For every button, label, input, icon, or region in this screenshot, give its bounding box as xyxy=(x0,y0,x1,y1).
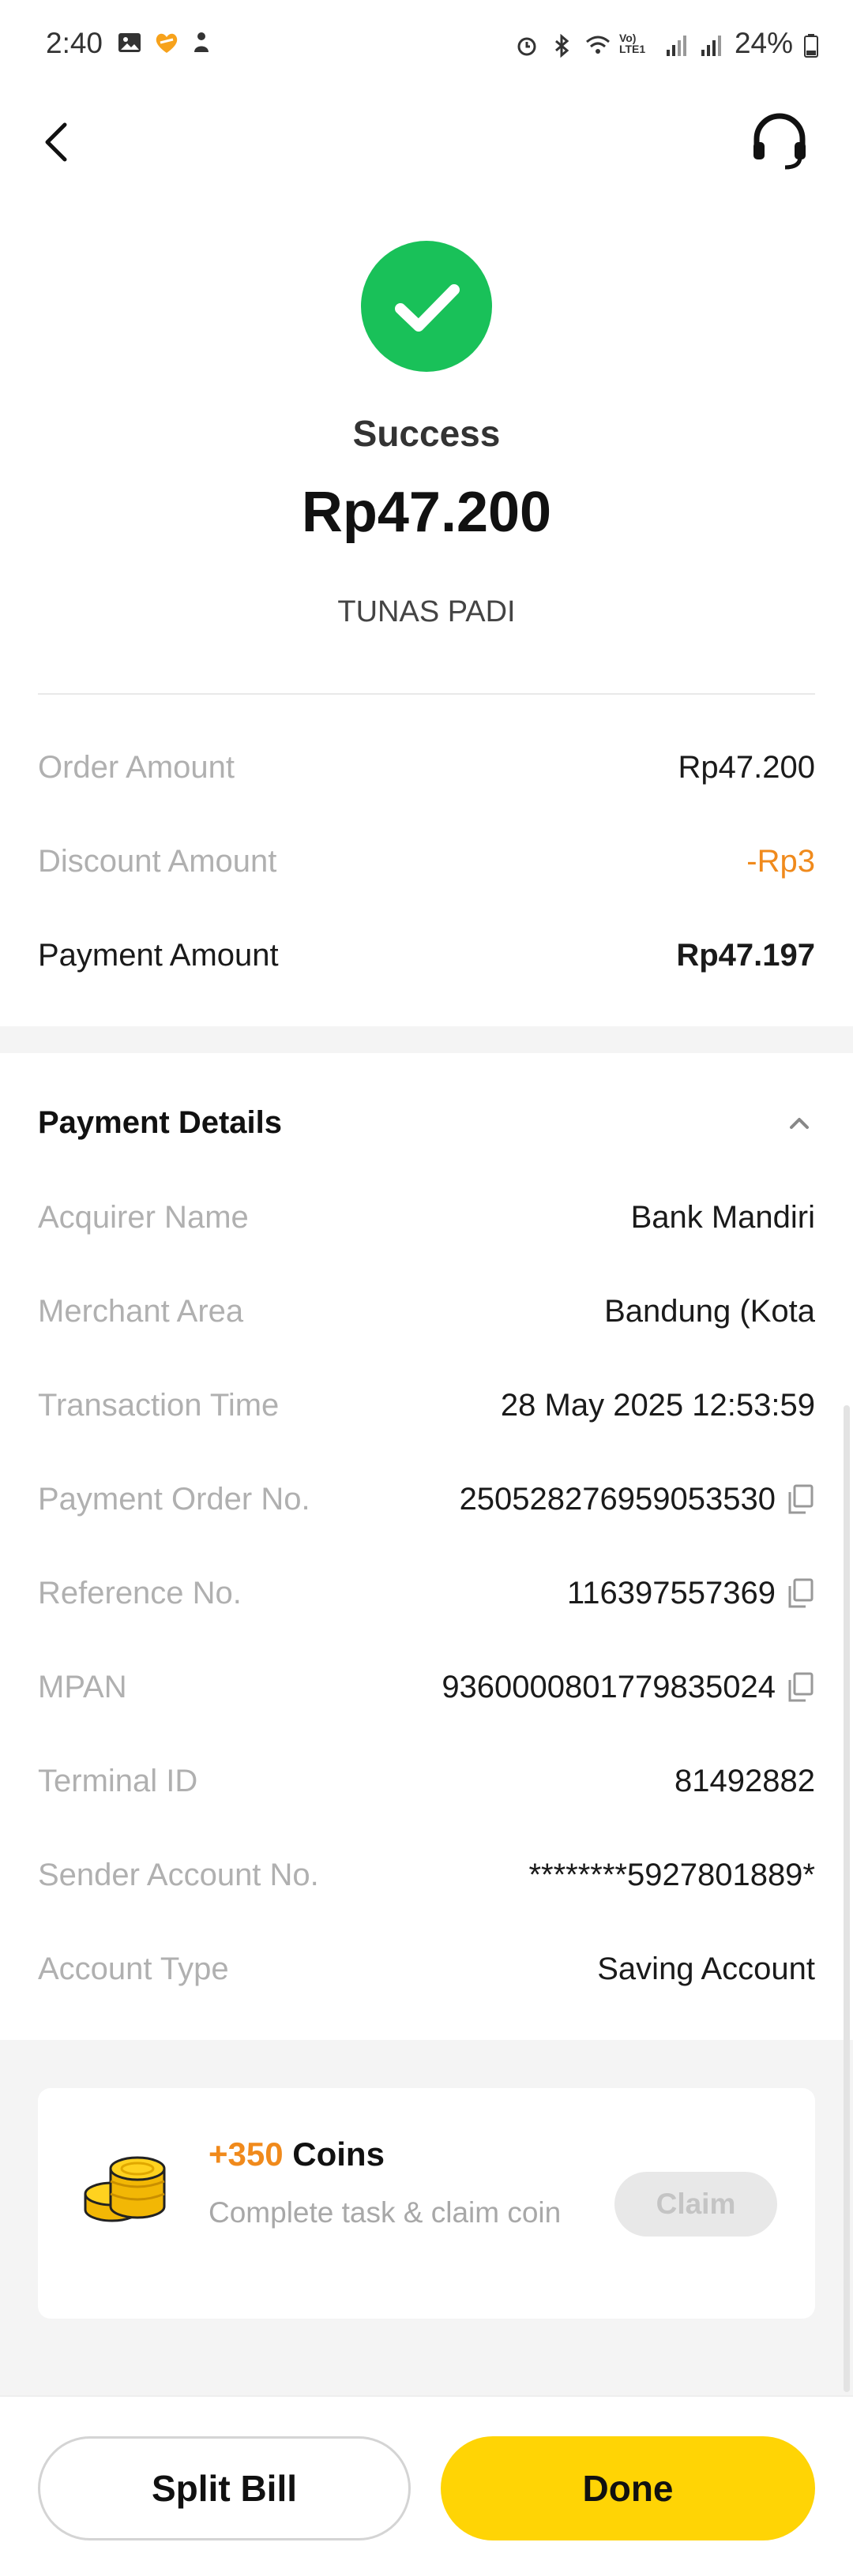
row-value: 28 May 2025 12:53:59 xyxy=(500,1387,815,1423)
row-value: 9360000801779835024 xyxy=(442,1669,776,1704)
row-label: Sender Account No. xyxy=(38,1857,319,1892)
status-title: Success xyxy=(352,413,501,454)
row-value: Bank Mandiri xyxy=(630,1199,815,1235)
total-amount: Rp47.200 xyxy=(301,481,552,544)
wifi-icon xyxy=(584,32,610,55)
status-time: 2:40 xyxy=(46,27,103,59)
coin-subtitle: Complete task & claim coin xyxy=(209,2196,562,2229)
summary-row-payment-amount: Payment Amount Rp47.197 xyxy=(38,932,815,979)
notification-icons xyxy=(117,30,215,55)
split-bill-button[interactable]: Split Bill xyxy=(38,2436,411,2540)
coin-unit: Coins xyxy=(292,2135,385,2173)
bluetooth-icon xyxy=(550,32,573,58)
back-button[interactable] xyxy=(35,111,82,174)
detail-row-reference-no: Reference No. 116397557369 xyxy=(38,1569,815,1617)
claim-button[interactable]: Claim xyxy=(614,2172,777,2237)
row-label: Discount Amount xyxy=(38,843,277,879)
payment-details-header[interactable]: Payment Details xyxy=(38,1099,815,1146)
coins-icon xyxy=(79,2142,174,2237)
success-check-icon xyxy=(361,241,492,372)
chevron-left-icon xyxy=(45,122,67,162)
battery-percent: 24% xyxy=(734,27,793,59)
summary-row-order-amount: Order Amount Rp47.200 xyxy=(38,744,815,791)
done-button[interactable]: Done xyxy=(441,2436,815,2540)
row-label: Account Type xyxy=(38,1951,229,1986)
row-value: 250528276959053530 xyxy=(459,1481,776,1517)
section-title: Payment Details xyxy=(38,1104,283,1140)
row-label: Merchant Area xyxy=(38,1293,244,1329)
copy-icon[interactable] xyxy=(787,1577,815,1609)
row-value-wrap: 116397557369 xyxy=(567,1576,815,1611)
alarm-icon xyxy=(515,32,539,56)
signal-icon xyxy=(665,32,689,56)
detail-row-merchant-area: Merchant Area Bandung (Kota xyxy=(38,1288,815,1335)
row-value: Rp47.200 xyxy=(678,749,815,785)
battery-icon xyxy=(804,32,818,58)
bottom-action-bar: Split Bill Done xyxy=(0,2395,853,2576)
section-separator xyxy=(0,1026,853,1053)
row-value: Rp47.197 xyxy=(676,937,815,973)
app-heart-icon xyxy=(153,30,178,55)
status-bar: 2:40 Vo) LTE1 24% xyxy=(0,0,853,93)
top-bar xyxy=(0,103,853,182)
detail-row-acquirer-name: Acquirer Name Bank Mandiri xyxy=(38,1194,815,1241)
coin-amount: +350 xyxy=(209,2135,284,2173)
coin-title: +350 Coins xyxy=(209,2135,385,2173)
detail-row-sender-account-no: Sender Account No. ********5927801889* xyxy=(38,1851,815,1899)
row-value: Bandung (Kota xyxy=(604,1293,815,1329)
row-label: Order Amount xyxy=(38,749,235,785)
scrollbar[interactable] xyxy=(844,1405,850,2392)
row-value: -Rp3 xyxy=(746,843,815,879)
divider xyxy=(38,693,815,695)
merchant-name: TUNAS PADI xyxy=(337,595,516,628)
copy-icon[interactable] xyxy=(787,1671,815,1703)
customer-support-button[interactable] xyxy=(747,109,812,174)
copy-icon[interactable] xyxy=(787,1483,815,1515)
row-value-wrap: 250528276959053530 xyxy=(460,1482,815,1517)
detail-row-terminal-id: Terminal ID 81492882 xyxy=(38,1757,815,1805)
row-label: Transaction Time xyxy=(38,1387,280,1423)
row-label: Reference No. xyxy=(38,1575,242,1610)
row-label: Payment Order No. xyxy=(38,1481,310,1517)
detail-row-account-type: Account Type Saving Account xyxy=(38,1945,815,1993)
app-figure-icon xyxy=(190,30,215,55)
row-label: MPAN xyxy=(38,1669,127,1704)
detail-row-transaction-time: Transaction Time 28 May 2025 12:53:59 xyxy=(38,1382,815,1429)
row-label: Acquirer Name xyxy=(38,1199,249,1235)
signal-icon-2 xyxy=(700,32,723,56)
coin-reward-card: +350 Coins Complete task & claim coin Cl… xyxy=(38,2088,815,2319)
gallery-icon xyxy=(117,30,142,55)
row-label: Payment Amount xyxy=(38,937,279,973)
network-label: Vo) LTE1 xyxy=(618,32,646,55)
row-value: 116397557369 xyxy=(567,1575,776,1610)
row-value: ********5927801889* xyxy=(528,1857,815,1892)
headset-icon xyxy=(753,113,806,170)
detail-row-mpan: MPAN 9360000801779835024 xyxy=(38,1663,815,1711)
row-value-wrap: 9360000801779835024 xyxy=(442,1670,815,1705)
row-label: Terminal ID xyxy=(38,1763,198,1798)
summary-row-discount-amount: Discount Amount -Rp3 xyxy=(38,838,815,885)
system-status: Vo) LTE1 24% xyxy=(515,27,818,60)
detail-row-payment-order-no: Payment Order No. 250528276959053530 xyxy=(38,1475,815,1523)
row-value: 81492882 xyxy=(675,1763,815,1798)
row-value: Saving Account xyxy=(597,1951,815,1986)
chevron-up-icon[interactable] xyxy=(783,1107,815,1138)
